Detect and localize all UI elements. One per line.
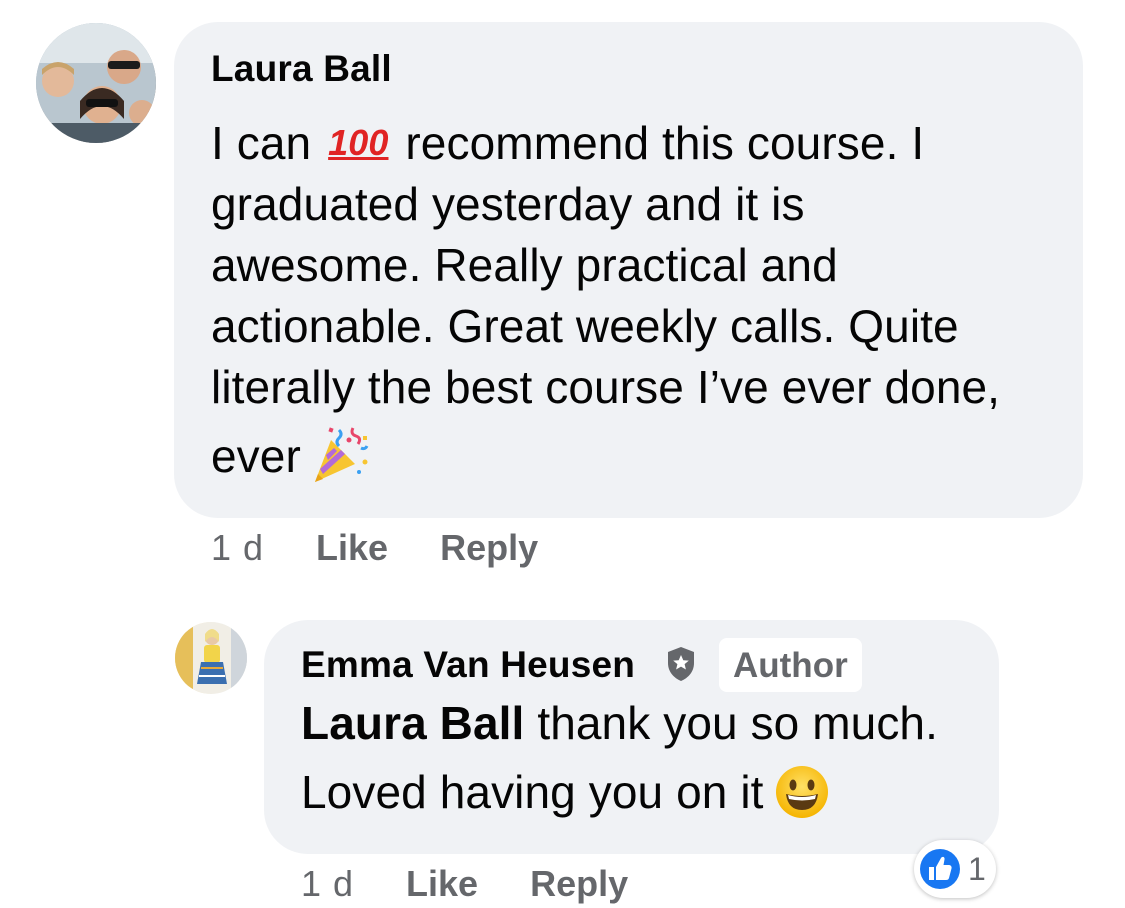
comment-line: awesome. Really practical and <box>211 239 838 291</box>
avatar-emma-van-heusen[interactable] <box>175 622 247 694</box>
reaction-count: 1 <box>968 850 986 887</box>
hundred-points-emoji: 100 <box>328 122 389 163</box>
comment-line: actionable. Great weekly calls. Quite <box>211 300 959 352</box>
comment-text-part: thank you so much. <box>537 697 938 749</box>
party-popper-emoji <box>314 427 369 482</box>
comment-text-part: recommend this course. I <box>405 117 925 169</box>
like-button[interactable]: Like <box>406 863 478 905</box>
comment-timestamp[interactable]: 1 d <box>211 527 264 569</box>
reply-button[interactable]: Reply <box>440 527 538 569</box>
comment-actions: 1 d Like Reply <box>301 863 628 905</box>
comment-text: Laura Ball thank you so much. Loved havi… <box>301 693 981 830</box>
comment-author-name[interactable]: Emma Van Heusen <box>301 644 635 686</box>
comment-line: graduated yesterday and it is <box>211 178 805 230</box>
thumbs-up-icon <box>920 849 960 889</box>
like-button[interactable]: Like <box>316 527 388 569</box>
comment-line: literally the best course I’ve ever done… <box>211 361 1001 413</box>
reply-button[interactable]: Reply <box>530 863 628 905</box>
comment-timestamp[interactable]: 1 d <box>301 863 354 905</box>
profile-photo-icon <box>175 622 247 694</box>
comment-line: Loved having you on it <box>301 754 981 830</box>
grinning-face-emoji <box>775 766 828 818</box>
reaction-summary[interactable]: 1 <box>914 840 996 898</box>
mention-link[interactable]: Laura Ball <box>301 697 524 749</box>
author-badge: Author <box>719 638 862 692</box>
comment-text-part: Loved having you on it <box>301 766 764 818</box>
profile-photo-icon <box>36 23 156 143</box>
comment-actions: 1 d Like Reply <box>211 527 538 569</box>
comment-line: ever <box>211 418 1071 494</box>
shield-icon[interactable] <box>666 646 696 682</box>
comment-line: Laura Ball thank you so much. <box>301 693 981 754</box>
comment-line: I can 100 recommend this course. I <box>211 112 1071 174</box>
avatar-laura-ball[interactable] <box>36 23 156 143</box>
comment-author-name[interactable]: Laura Ball <box>211 48 392 90</box>
comment-text-part: I can <box>211 117 312 169</box>
comment-text: I can 100 recommend this course. I gradu… <box>211 112 1071 494</box>
comment-text-part: ever <box>211 430 301 482</box>
